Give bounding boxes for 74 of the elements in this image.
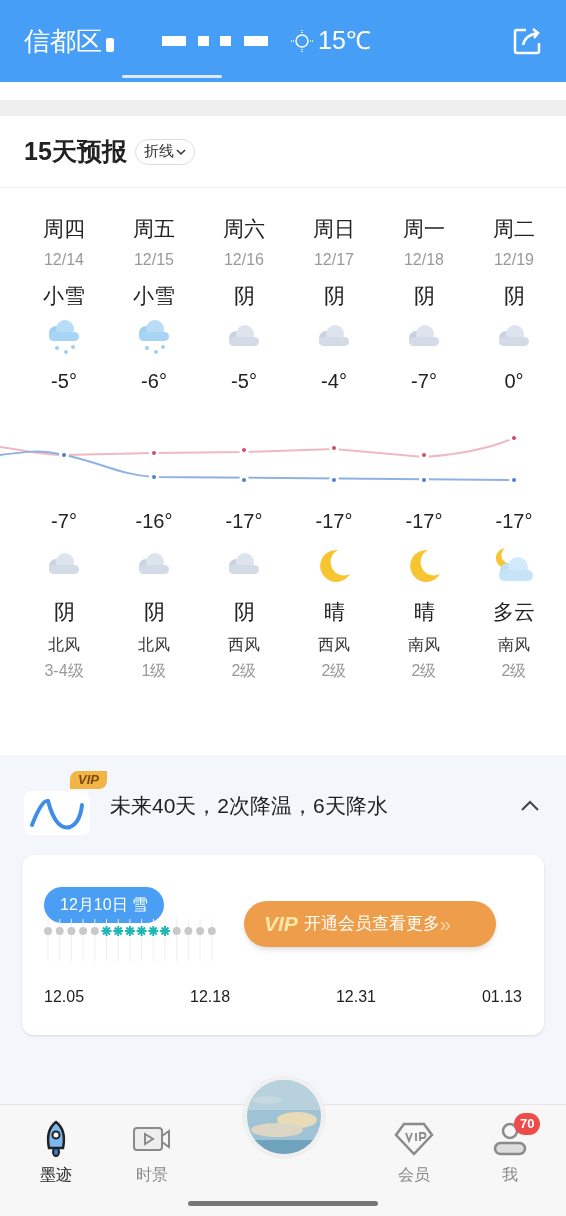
- date: 12/19: [493, 250, 534, 270]
- weekday: 周一: [403, 216, 445, 242]
- wind-direction: 南风: [408, 635, 440, 655]
- day-weather: 阴: [503, 283, 525, 309]
- high-temperature: -7°: [411, 368, 437, 394]
- sun-icon: [290, 29, 314, 53]
- date: 12/15: [133, 250, 174, 270]
- section-title: 15天预报: [24, 135, 127, 167]
- share-icon[interactable]: [512, 26, 542, 56]
- axis-label: 12.18: [190, 987, 231, 1007]
- vip-upgrade-button[interactable]: VIP 开通会员查看更多»: [244, 901, 496, 947]
- nav-tab[interactable]: 时景: [112, 1113, 192, 1216]
- night-weather: 晴: [323, 598, 345, 625]
- nav-tab[interactable]: 会员: [374, 1113, 454, 1216]
- nav-tab[interactable]: 墨迹: [20, 1113, 92, 1216]
- diamond-icon: [394, 1122, 434, 1156]
- date: 12/14: [43, 250, 84, 270]
- wind-direction: 西风: [228, 635, 260, 655]
- night-weather: 阴: [143, 598, 165, 625]
- axis-label: 12.05: [44, 987, 85, 1007]
- chevron-down-icon: [175, 147, 186, 156]
- weekday: 周五: [133, 216, 175, 242]
- date: 12/17: [313, 250, 354, 270]
- vip-logo: VIP: [264, 911, 298, 938]
- double-arrow: »: [439, 912, 451, 937]
- low-temperature: -7°: [51, 508, 77, 534]
- night-weather: 晴: [413, 598, 435, 625]
- city-name[interactable]: 信都区: [24, 21, 102, 61]
- night-weather: 阴: [53, 598, 75, 625]
- night-weather: 阴: [233, 598, 255, 625]
- wind-level: 2级: [231, 661, 257, 681]
- low-temperature: -17°: [495, 508, 533, 534]
- weekday: 周六: [223, 216, 265, 242]
- low-temperature: -17°: [225, 508, 263, 534]
- day-weather: 小雪: [133, 283, 175, 309]
- night-weather: 多云: [493, 598, 535, 625]
- day-weather: 阴: [413, 283, 435, 309]
- trend-summary: 未来40天，2次降温，6天降水: [110, 793, 388, 820]
- nav-tab[interactable]: 我 70: [472, 1113, 548, 1216]
- low-temperature: -17°: [405, 508, 443, 534]
- low-temperature: -17°: [315, 508, 353, 534]
- weekday: 周日: [313, 216, 355, 242]
- date: 12/18: [403, 250, 444, 270]
- day-weather: 阴: [233, 283, 255, 309]
- location-marker-icon: [106, 38, 114, 52]
- video-camera-icon: [132, 1125, 172, 1153]
- notification-badge: 70: [514, 1113, 541, 1135]
- trend-wave-icon: [22, 791, 92, 835]
- wind-direction: 南风: [498, 635, 530, 655]
- high-temperature: -5°: [231, 368, 257, 394]
- wind-direction: 西风: [318, 635, 350, 655]
- axis-label: 12.31: [335, 987, 376, 1007]
- current-temperature: 15℃: [318, 25, 371, 57]
- high-temperature: -4°: [321, 368, 347, 394]
- wind-level: 2级: [501, 661, 527, 681]
- wind-direction: 北风: [48, 635, 80, 655]
- selected-day-tooltip: 12月10日 雪: [44, 887, 165, 923]
- day-weather: 阴: [323, 283, 345, 309]
- vip-badge: VIP: [70, 771, 107, 789]
- wind-direction: 北风: [138, 635, 170, 655]
- wind-level: 2级: [411, 661, 437, 681]
- wind-level: 2级: [321, 661, 347, 681]
- high-temperature: -5°: [51, 368, 77, 394]
- low-temperature: -16°: [135, 508, 173, 534]
- weekday: 周二: [493, 216, 535, 242]
- axis-label: 01.13: [481, 987, 522, 1007]
- wind-level: 3-4级: [44, 661, 84, 681]
- high-temperature: -6°: [141, 368, 167, 394]
- chevron-up-icon[interactable]: [520, 800, 540, 812]
- weekday: 周四: [43, 216, 85, 242]
- day-weather: 小雪: [43, 283, 85, 309]
- wind-level: 1级: [141, 661, 167, 681]
- date: 12/16: [223, 250, 264, 270]
- high-temperature: 0°: [504, 368, 524, 394]
